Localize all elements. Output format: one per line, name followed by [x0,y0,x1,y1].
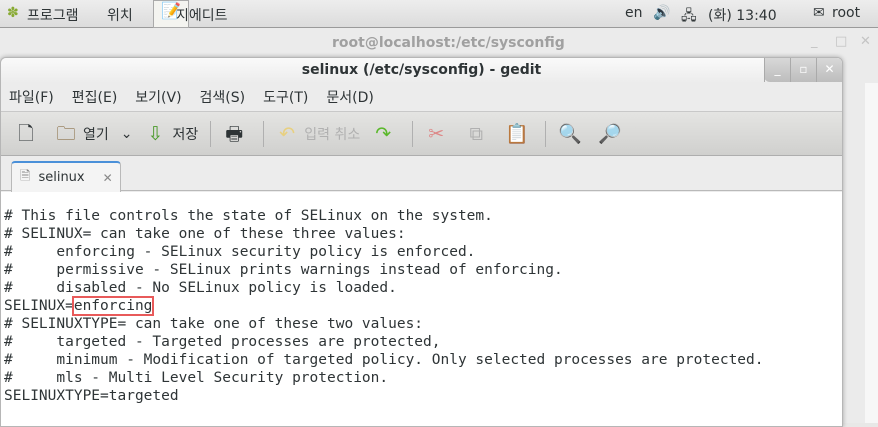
menu-documents[interactable]: 문서(D) [326,87,373,107]
separator [412,120,414,147]
search-icon: 🔍 [558,122,582,145]
editor-line: # This file controls the state of SELinu… [4,208,493,224]
editor-line: SELINUX=enforcing [4,296,842,316]
folder-icon: 🗀 [56,122,76,145]
places-menu[interactable]: 위치 [107,5,133,25]
app-menu[interactable]: 지에디트 [176,5,228,25]
printer-icon: 🖶 [225,122,244,145]
gedit-window: selinux (/etc/sysconfig) - gedit _ ▫ ✕ 파… [0,57,843,427]
editor-line: # permissive - SELinux prints warnings i… [4,262,563,278]
applications-menu[interactable]: 프로그램 [27,5,79,25]
paste-icon: 📋 [505,122,529,145]
menu-tools[interactable]: 도구(T) [263,87,308,107]
menu-edit[interactable]: 편집(E) [72,87,118,107]
menu-search[interactable]: 검색(S) [200,87,246,107]
redo-button[interactable]: ↷ [372,123,400,145]
editor-line: # targeted - Targeted processes are prot… [4,334,441,350]
undo-label: 입력 취소 [304,126,361,143]
separator [263,120,265,147]
text-editor[interactable]: # This file controls the state of SELinu… [1,192,842,426]
toolbar: 🗋 🗀 열기 ⌄ ⇩ 저장 🖶 ↶ 입력 취소 ↷ ✂ ⧉ 📋 🔍 🔎 [1,112,842,156]
new-button[interactable]: 🗋 [15,123,43,145]
background-content [865,83,878,423]
chevron-down-icon: ⌄ [120,125,133,142]
document-icon: 🗎 [20,168,31,184]
menubar: 파일(F) 편집(E) 보기(V) 검색(S) 도구(T) 문서(D) [1,83,842,112]
bg-maximize-button[interactable]: □ [835,34,847,49]
volume-icon[interactable]: 🔊 [653,5,670,21]
editor-line: # enforcing - SELinux security policy is… [4,244,476,260]
save-icon: ⇩ [147,122,164,145]
background-window-title: root@localhost:/etc/sysconfig [332,35,565,51]
editor-line: # SELINUXTYPE= can take one of these two… [4,316,424,332]
menu-view[interactable]: 보기(V) [135,87,181,107]
user-icon: ✉ [813,5,825,21]
separator [545,120,547,147]
close-button[interactable]: ✕ [816,58,842,82]
top-panel: ✽ 프로그램 위치 📝 지에디트 en 🔊 🖧 (화) 13:40 ✉ root [0,0,878,28]
open-label: 열기 [83,126,109,143]
editor-line: # mls - Multi Level Security protection. [4,370,389,386]
replace-button[interactable]: 🔎 [598,123,626,145]
window-title: selinux (/etc/sysconfig) - gedit [1,58,842,83]
network-icon[interactable]: 🖧 [681,5,697,29]
undo-button[interactable]: ↶ 입력 취소 [276,123,360,145]
bg-close-button[interactable]: ✕ [860,34,871,49]
save-button[interactable]: ⇩ 저장 [145,123,199,145]
new-document-icon: 🗋 [18,122,34,145]
editor-line: # disabled - No SELinux policy is loaded… [4,280,397,296]
find-replace-icon: 🔎 [598,122,622,145]
redo-icon: ↷ [375,122,392,145]
bg-minimize-button[interactable]: _ [811,34,818,49]
save-label: 저장 [172,126,199,143]
open-dropdown[interactable]: ⌄ [121,126,133,142]
print-button[interactable]: 🖶 [223,123,251,145]
copy-icon: ⧉ [469,122,484,145]
paste-button[interactable]: 📋 [505,123,533,145]
highlighted-value: enforcing [71,296,155,316]
editor-line: # minimum - Modification of targeted pol… [4,352,764,368]
editor-line: SELINUXTYPE=targeted [4,388,179,404]
tab-selinux[interactable]: 🗎 selinux ✕ [11,161,121,192]
scissors-icon: ✂ [428,122,445,145]
language-indicator[interactable]: en [625,5,643,21]
tab-bar: 🗎 selinux ✕ [1,156,842,192]
close-tab-icon[interactable]: ✕ [103,171,113,185]
maximize-button[interactable]: ▫ [790,58,816,82]
copy-button[interactable]: ⧉ [465,123,493,145]
editor-line: # SELINUX= can take one of these three v… [4,226,406,242]
menu-file[interactable]: 파일(F) [9,87,54,107]
clock[interactable]: (화) 13:40 [708,5,777,25]
separator [210,120,212,147]
undo-icon: ↶ [279,122,296,145]
apps-icon: ✽ [7,5,19,21]
minimize-button[interactable]: _ [764,58,790,82]
tab-label: selinux [38,170,85,185]
cut-button[interactable]: ✂ [425,123,453,145]
find-button[interactable]: 🔍 [558,123,586,145]
user-menu[interactable]: root [832,5,860,21]
selinux-key: SELINUX= [4,298,74,314]
open-button[interactable]: 🗀 열기 [55,122,109,145]
